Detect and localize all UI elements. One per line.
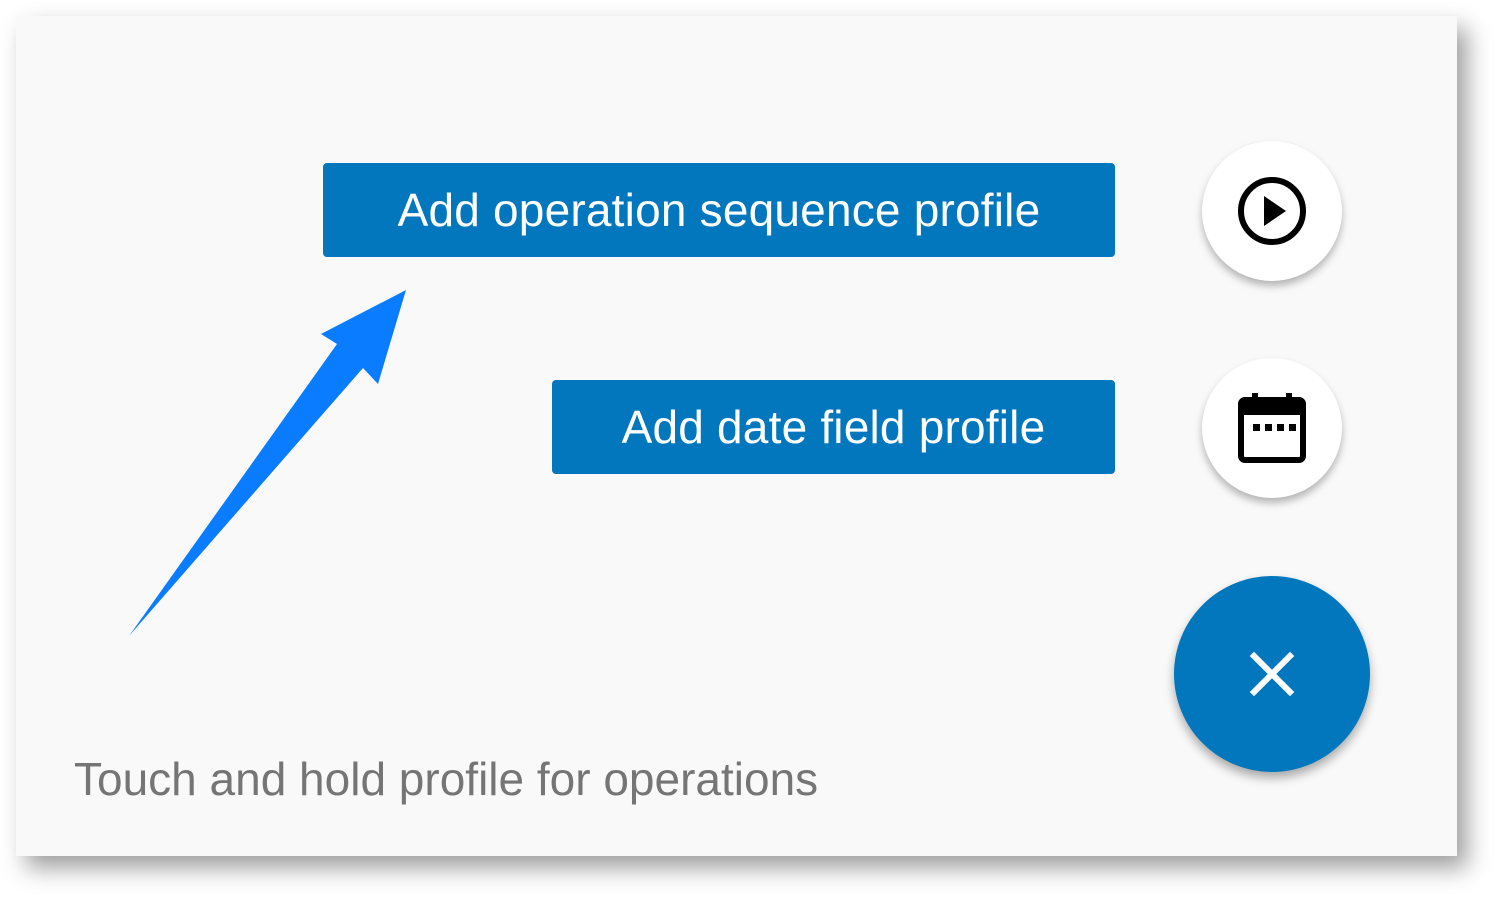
add-operation-sequence-profile-button[interactable] <box>1202 141 1342 281</box>
app-screen: Add operation sequence profile Add date … <box>16 16 1457 856</box>
close-icon <box>1249 651 1295 697</box>
calendar-icon <box>1238 393 1306 463</box>
add-operation-sequence-profile-label[interactable]: Add operation sequence profile <box>323 163 1115 257</box>
play-circle-icon <box>1238 177 1306 245</box>
close-fab-menu-button[interactable] <box>1174 576 1370 772</box>
hint-text: Touch and hold profile for operations <box>74 753 819 805</box>
add-date-field-profile-button[interactable] <box>1202 358 1342 498</box>
add-date-field-profile-label[interactable]: Add date field profile <box>552 380 1115 474</box>
